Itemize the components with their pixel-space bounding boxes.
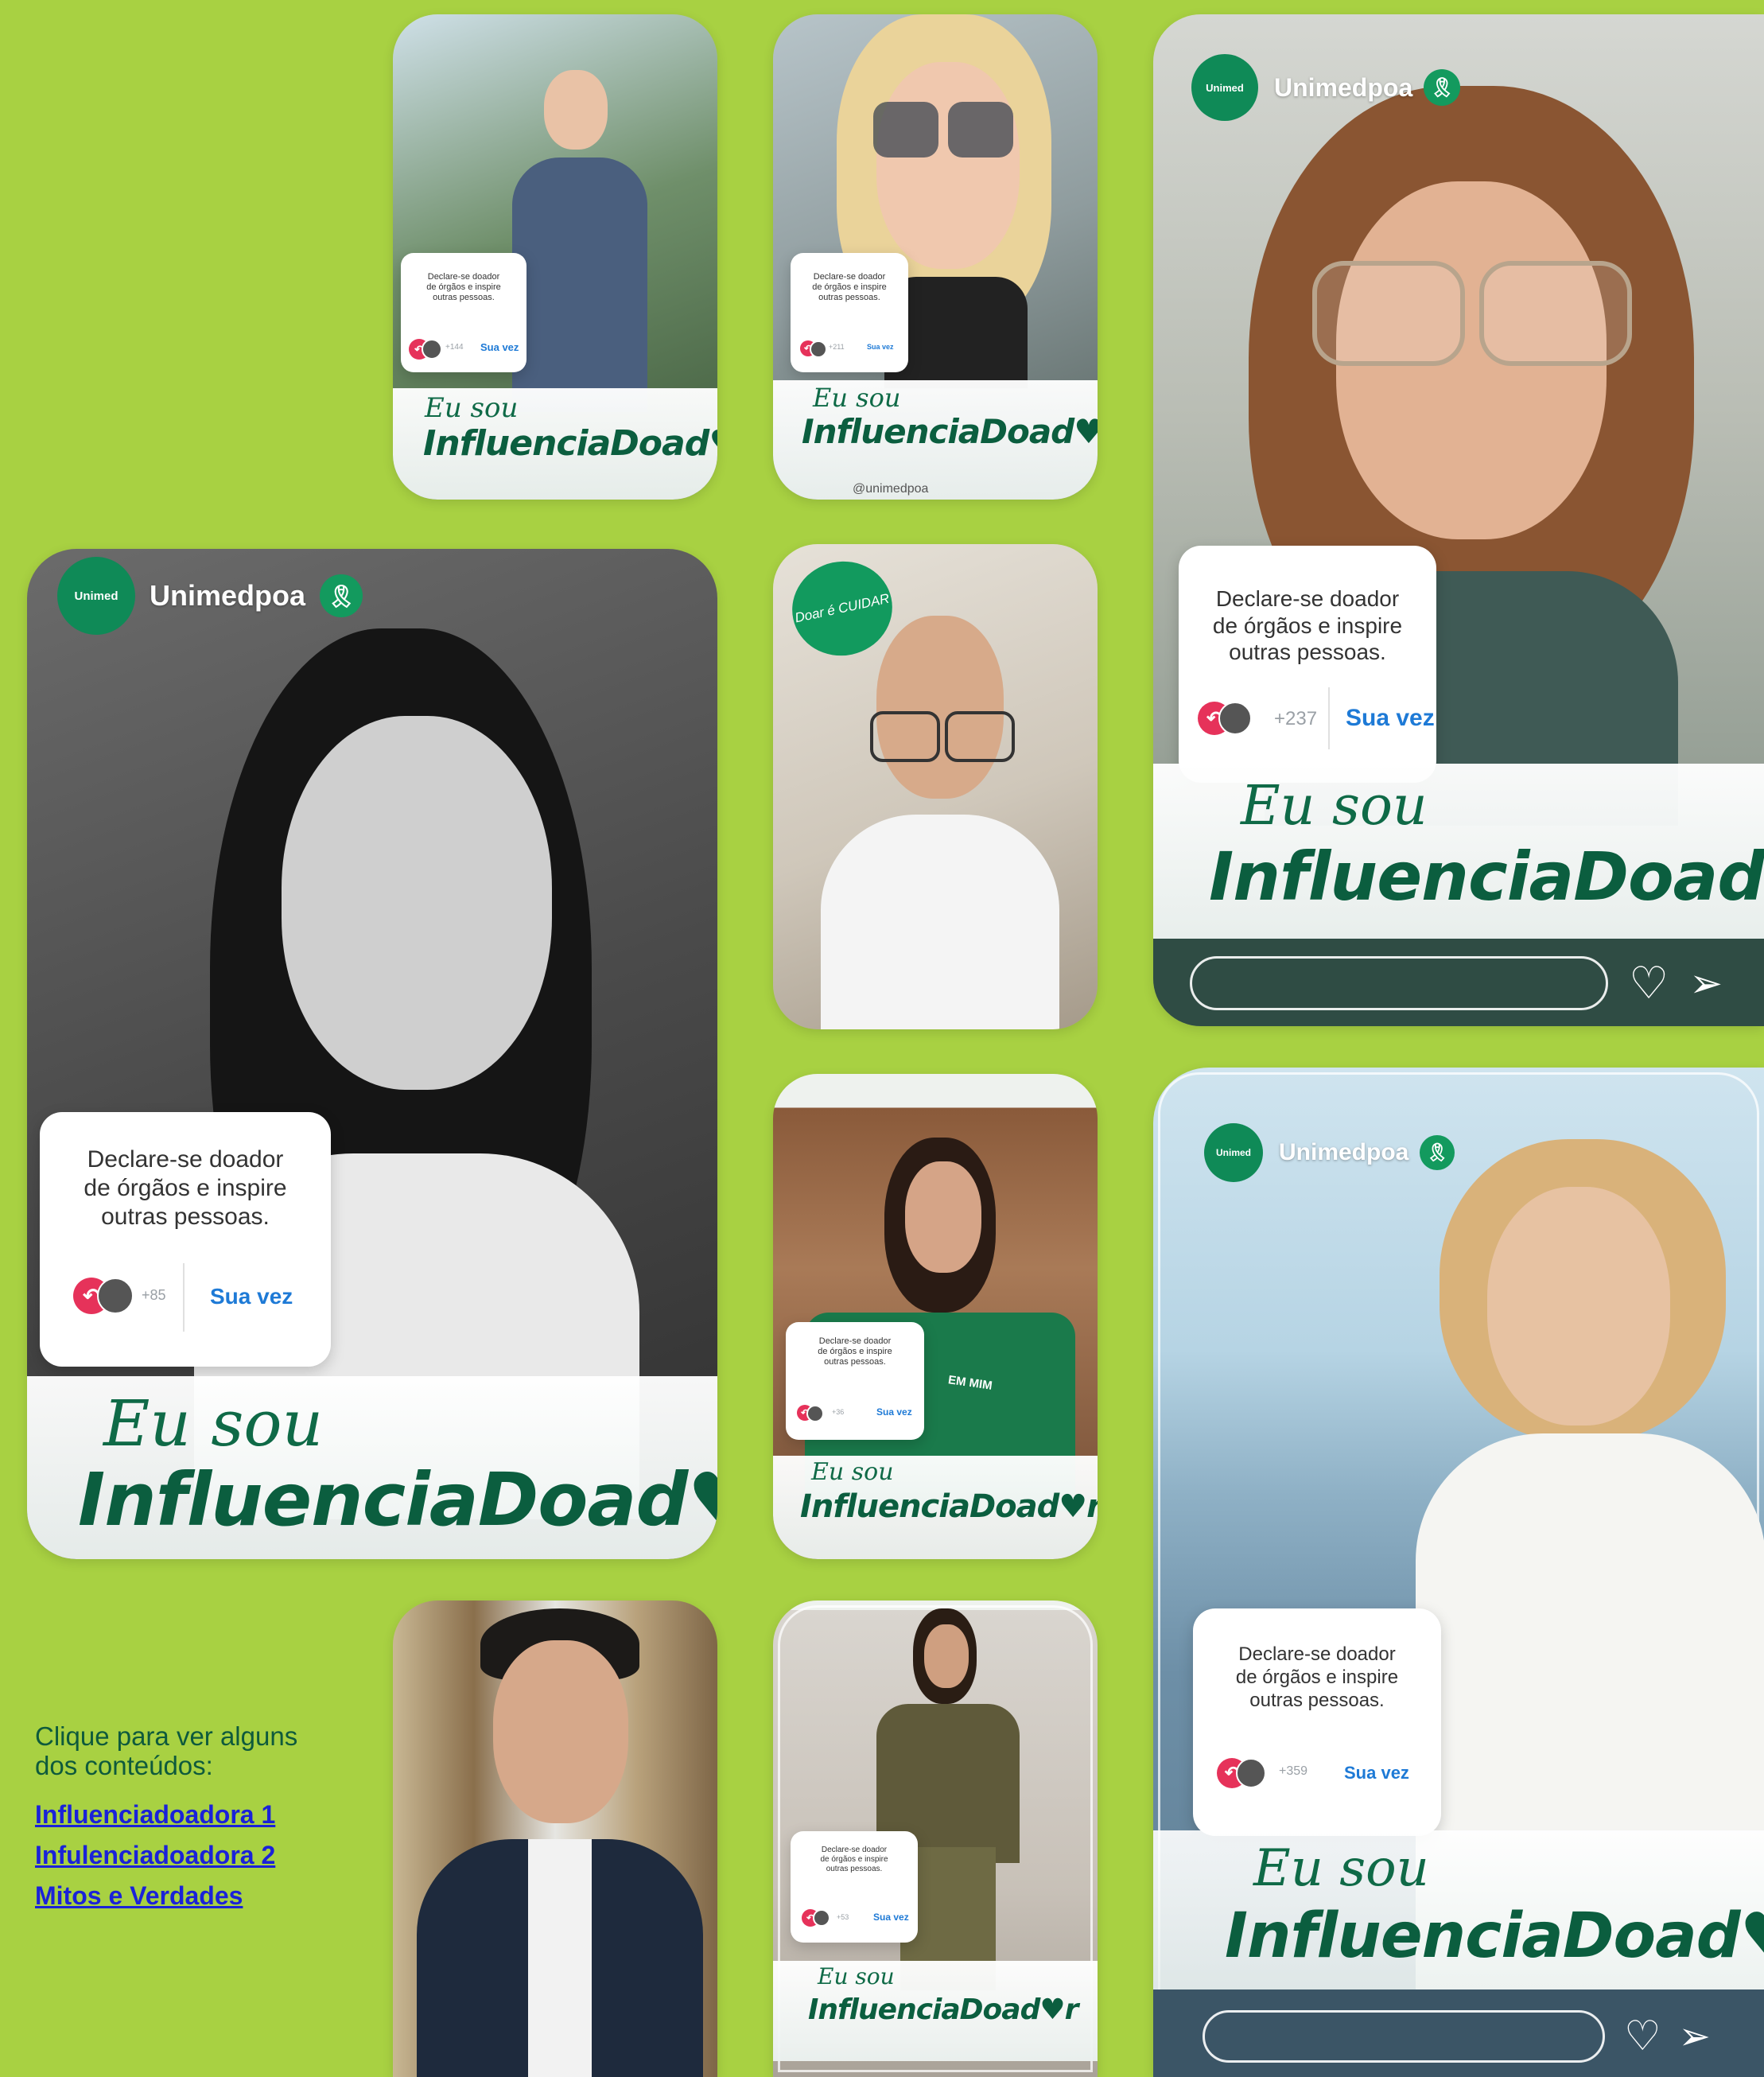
story-card-mirror-woman[interactable]: Declare-se doador de órgãos e inspire ou… — [773, 1601, 1098, 2077]
reply-bar: ♡ ➢ — [1190, 956, 1723, 1010]
person-silhouette — [417, 1608, 703, 2077]
story-card-tshirt-woman[interactable]: EM MIM Declare-se doador de órgãos e ins… — [773, 1074, 1098, 1559]
story-card-bw-woman[interactable]: Unimed Unimedpoa 🎗 Declare-se doador de … — [27, 549, 717, 1559]
avatar — [97, 1278, 134, 1314]
avatar — [422, 339, 442, 360]
sticker-declare[interactable]: Declare-se doador de órgãos e inspire ou… — [1179, 546, 1436, 783]
story-card-doctor[interactable]: Doar é CUIDAR — [773, 544, 1098, 1029]
unimed-logo: Unimed — [1191, 54, 1258, 121]
story-header: Unimed Unimedpoa 🎗 — [57, 557, 363, 635]
avatar — [806, 1405, 824, 1422]
unimed-logo: Unimed — [57, 557, 135, 635]
avatar — [813, 1909, 830, 1927]
brand-banner: Eu sou InfluenciaDoad♥r — [773, 1961, 1098, 2061]
ribbon-icon: 🎗 — [320, 574, 363, 617]
brand-banner: Eu sou InfluenciaDoad♥r — [1153, 764, 1764, 939]
avatar — [1236, 1758, 1266, 1788]
heart-icon: ♥ — [1039, 1993, 1065, 2026]
send-icon[interactable]: ➢ — [1679, 2014, 1711, 2059]
sua-vez-button[interactable]: Sua vez — [876, 1406, 912, 1418]
story-card-glasses-woman[interactable]: Unimed Unimedpoa 🎗 Declare-se doador de … — [1153, 14, 1764, 1026]
person-silhouette — [821, 616, 1059, 1029]
heart-icon: ♥ — [687, 1457, 717, 1542]
sua-vez-button[interactable]: Sua vez — [867, 343, 894, 351]
unimed-logo: Unimed — [1204, 1123, 1263, 1182]
story-header: Unimed Unimedpoa 🎗 — [1191, 54, 1461, 121]
profile-name[interactable]: Unimedpoa — [150, 579, 305, 613]
avatar — [1218, 702, 1252, 735]
story-card-blonde-woman[interactable]: Unimed Unimedpoa 🎗 Declare-se doador de … — [1153, 1068, 1764, 2077]
reply-bar: ♡ ➢ — [1203, 2010, 1711, 2063]
avatar — [810, 340, 827, 358]
message-input[interactable] — [1203, 2010, 1605, 2063]
sticker-declare[interactable]: Declare-se doador de órgãos e inspire ou… — [791, 1831, 918, 1943]
heart-icon: ♥ — [1074, 412, 1098, 451]
story-card-sunglasses[interactable]: Declare-se doador de órgãos e inspire ou… — [773, 14, 1098, 500]
sticker-declare[interactable]: Declare-se doador de órgãos e inspire ou… — [791, 253, 908, 372]
brand-banner: Eu sou InfluenciaDoad♥r @unimedpoa — [773, 380, 1098, 500]
heart-icon: ♥ — [1740, 1900, 1764, 1972]
heart-like-icon[interactable]: ♡ — [1629, 957, 1669, 1009]
sua-vez-button[interactable]: Sua vez — [210, 1284, 293, 1309]
sticker-declare[interactable]: Declare-se doador de órgãos e inspire ou… — [1193, 1608, 1441, 1836]
links-prompt: Clique para ver alguns dos conteúdos: — [35, 1721, 298, 1780]
profile-name[interactable]: Unimedpoa — [1279, 1139, 1408, 1166]
ribbon-icon: 🎗 — [1420, 1135, 1455, 1170]
sticker-declare[interactable]: Declare-se doador de órgãos e inspire ou… — [401, 253, 526, 372]
story-header: Unimed Unimedpoa 🎗 — [1204, 1123, 1455, 1182]
brand-banner: Eu sou InfluenciaDoad♥r — [1153, 1830, 1764, 1989]
person-silhouette: EM MIM — [805, 1138, 1075, 1511]
brand-banner: Eu sou InfluenciaDoad♥r — [773, 1456, 1098, 1559]
sua-vez-button[interactable]: Sua vez — [1346, 705, 1435, 732]
brand-banner: Eu sou InfluenciaDoad♥r — [27, 1376, 717, 1559]
handle-label: @unimedpoa — [853, 482, 929, 496]
sticker-declare[interactable]: Declare-se doador de órgãos e inspire ou… — [40, 1112, 331, 1367]
story-card-runner[interactable]: Declare-se doador de órgãos e inspire ou… — [393, 14, 717, 500]
content-links-panel: Clique para ver alguns dos conteúdos: In… — [35, 1721, 337, 1911]
story-card-man-blazer[interactable] — [393, 1601, 717, 2077]
profile-name[interactable]: Unimedpoa — [1274, 73, 1412, 103]
heart-icon: ♥ — [709, 423, 717, 464]
heart-icon: ♥ — [1059, 1488, 1087, 1525]
heart-like-icon[interactable]: ♡ — [1624, 2013, 1661, 2060]
brand-banner: Eu sou InfluenciaDoad♥r — [393, 388, 717, 500]
send-icon[interactable]: ➢ — [1689, 960, 1723, 1006]
link-mitos-e-verdades[interactable]: Mitos e Verdades — [35, 1881, 337, 1911]
sticker-declare[interactable]: Declare-se doador de órgãos e inspire ou… — [786, 1322, 924, 1440]
sua-vez-button[interactable]: Sua vez — [1344, 1763, 1409, 1783]
ribbon-icon: 🎗 — [1424, 69, 1461, 106]
sua-vez-button[interactable]: Sua vez — [480, 341, 519, 353]
message-input[interactable] — [1190, 956, 1608, 1010]
sua-vez-button[interactable]: Sua vez — [873, 1912, 909, 1923]
link-infulenciadoadora-2[interactable]: Infulenciadoadora 2 — [35, 1841, 337, 1870]
link-influenciadoadora-1[interactable]: Influenciadoadora 1 — [35, 1800, 337, 1830]
